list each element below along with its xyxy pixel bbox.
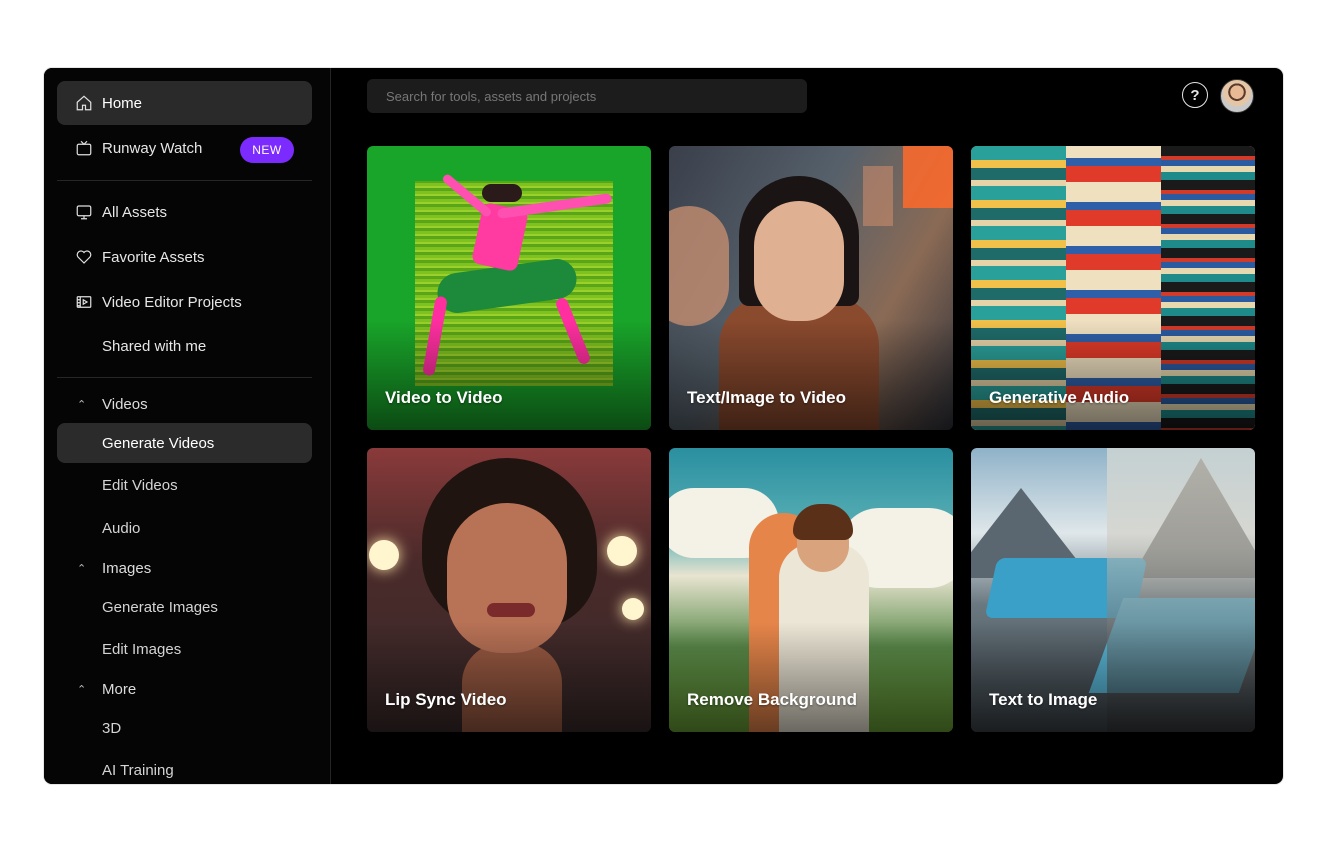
sidebar-item-all-assets[interactable]: All Assets [57, 190, 312, 234]
sidebar-item-label: Video Editor Projects [102, 293, 242, 311]
sidebar-item-label: Generate Images [102, 598, 218, 616]
chevron-up-icon: ⌃ [77, 398, 87, 411]
monitor-icon [75, 203, 93, 221]
sidebar-item-generate-videos[interactable]: Generate Videos [57, 423, 312, 463]
tv-icon [75, 139, 93, 157]
sidebar-item-generate-images[interactable]: Generate Images [57, 585, 312, 629]
sidebar-divider [57, 180, 312, 181]
sidebar-item-label: Edit Images [102, 640, 182, 658]
sidebar-item-label: Home [102, 94, 143, 112]
section-label: More [102, 680, 137, 698]
main-content: ? Video to Video Text/Image to Video [332, 68, 1283, 784]
card-title: Lip Sync Video [385, 690, 507, 709]
section-label: Images [102, 559, 152, 577]
sidebar-item-label: Shared with me [102, 337, 207, 355]
card-title: Video to Video [385, 388, 503, 407]
search-input[interactable] [367, 79, 807, 113]
tool-card-video-to-video[interactable]: Video to Video [367, 146, 651, 430]
sidebar-item-label: All Assets [102, 203, 168, 221]
sidebar-item-label: Favorite Assets [102, 248, 205, 266]
new-badge: NEW [240, 137, 294, 163]
chevron-up-icon: ⌃ [77, 683, 87, 696]
section-toggle-images[interactable]: ⌃ Images [57, 553, 312, 583]
card-title: Remove Background [687, 690, 858, 709]
tool-card-text-to-image[interactable]: Text to Image [971, 448, 1255, 732]
sidebar-item-edit-videos[interactable]: Edit Videos [57, 463, 312, 507]
home-icon [75, 94, 93, 112]
sidebar-item-label: 3D [102, 719, 122, 737]
sidebar-item-label: Edit Videos [102, 476, 178, 494]
sidebar-item-label: Audio [102, 519, 141, 537]
sidebar-divider [57, 377, 312, 378]
help-icon[interactable]: ? [1182, 82, 1208, 108]
tool-card-lip-sync-video[interactable]: Lip Sync Video [367, 448, 651, 732]
card-title: Text to Image [989, 690, 1098, 709]
tool-card-text-image-to-video[interactable]: Text/Image to Video [669, 146, 953, 430]
sidebar: Home Runway Watch NEW All Assets Favorit… [44, 68, 331, 784]
card-title: Generative Audio [989, 388, 1130, 407]
sidebar-item-edit-images[interactable]: Edit Images [57, 627, 312, 671]
section-label: Videos [102, 395, 148, 413]
sidebar-item-shared-with-me[interactable]: Shared with me [57, 324, 312, 368]
film-icon [75, 293, 93, 311]
sidebar-item-label: Runway Watch [102, 139, 203, 157]
heart-icon [75, 248, 93, 266]
section-toggle-more[interactable]: ⌃ More [57, 674, 312, 704]
sidebar-item-label: Generate Videos [102, 434, 215, 452]
card-title: Text/Image to Video [687, 388, 847, 407]
sidebar-item-3d[interactable]: 3D [57, 706, 312, 750]
tool-card-remove-background[interactable]: Remove Background [669, 448, 953, 732]
sidebar-item-label: AI Training [102, 761, 174, 779]
app-window: Home Runway Watch NEW All Assets Favorit… [44, 68, 1283, 784]
avatar[interactable] [1220, 79, 1254, 113]
section-toggle-videos[interactable]: ⌃ Videos [57, 389, 312, 419]
sidebar-item-audio[interactable]: Audio [57, 506, 312, 550]
chevron-up-icon: ⌃ [77, 562, 87, 575]
sidebar-item-home[interactable]: Home [57, 81, 312, 125]
tool-card-generative-audio[interactable]: Generative Audio [971, 146, 1255, 430]
sidebar-item-ai-training[interactable]: AI Training [57, 748, 312, 784]
sidebar-item-runway-watch[interactable]: Runway Watch NEW [57, 126, 312, 170]
sidebar-item-video-editor-projects[interactable]: Video Editor Projects [57, 280, 312, 324]
sidebar-item-favorite-assets[interactable]: Favorite Assets [57, 235, 312, 279]
